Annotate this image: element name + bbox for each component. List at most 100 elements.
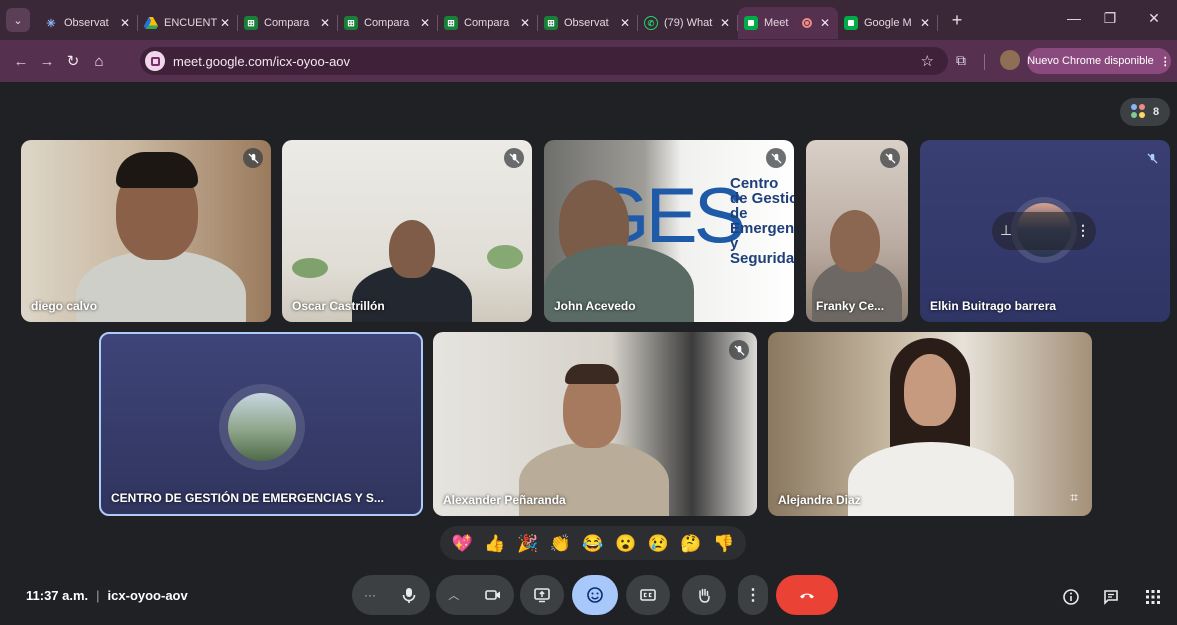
present-screen-button[interactable] [520,575,564,615]
meeting-info: 11:37 a.m. | icx-oyoo-aov [26,588,188,603]
reaction-thumbs-down-icon[interactable]: 👎 [713,535,734,552]
reaction-clap-icon[interactable]: 👏 [550,535,571,552]
video-tile-oscar-castrillon[interactable]: Oscar Castrillón [282,140,532,322]
address-bar[interactable]: meet.google.com/icx-oyoo-aov ☆ [140,47,948,75]
minimize-icon[interactable]: — [1064,10,1084,26]
participants-chip[interactable]: 8 [1120,98,1170,126]
browser-tab-7-active[interactable]: Meet ✕ [738,7,838,39]
profile-avatar[interactable] [1000,50,1020,70]
close-icon[interactable]: ✕ [818,16,832,30]
browser-tab-1[interactable]: ENCUENT ✕ [138,7,238,39]
sheets-icon: ⊞ [244,16,258,30]
browser-tab-2[interactable]: ⊞ Compara ✕ [238,7,338,39]
audio-options-button[interactable]: ··· [352,575,430,615]
divider: | [96,588,100,603]
close-icon[interactable]: ✕ [518,16,532,30]
activities-grid-icon[interactable] [1142,586,1164,608]
mic-off-icon [729,340,749,360]
update-button-label: Nuevo Chrome disponible [1027,55,1154,67]
plant-decoration [292,258,328,278]
video-tile-elkin-buitrago[interactable]: ⊥ ⋮ Elkin Buitrago barrera [920,140,1170,322]
participant-hair [116,152,198,188]
close-icon[interactable]: ✕ [618,16,632,30]
plant-decoration [487,245,523,269]
forward-arrow-icon[interactable]: → [34,53,60,70]
video-tile-alejandra-diaz[interactable]: ⌗ Alejandra Diaz [768,332,1092,516]
sheets-icon: ⊞ [344,16,358,30]
bookmark-star-icon[interactable]: ☆ [921,52,934,70]
reaction-heart-icon[interactable]: 💖 [452,535,473,552]
participant-name: Franky Ce... [816,299,885,313]
reload-icon[interactable]: ↻ [60,52,86,70]
kebab-menu-icon: ⋮ [745,587,761,604]
reactions-bar: 💖 👍 🎉 👏 😂 😮 😢 🤔 👎 [440,526,746,560]
window-close-icon[interactable]: ✕ [1144,10,1164,27]
participant-face [830,210,880,272]
tab-title: Compara [364,17,410,29]
participant-name: Elkin Buitrago barrera [930,299,1057,313]
meeting-details-info-icon[interactable] [1060,586,1082,608]
toolbar-divider [984,54,985,70]
captions-button[interactable] [626,575,670,615]
close-icon[interactable]: ✕ [118,16,132,30]
leave-call-button[interactable] [776,575,838,615]
tab-title: Observat [64,17,109,29]
browser-tab-3[interactable]: ⊞ Compara ✕ [338,7,438,39]
crop-icon[interactable]: ⌗ [1070,489,1078,506]
reaction-party-icon[interactable]: 🎉 [517,535,538,552]
meet-icon [744,16,758,30]
raise-hand-button[interactable] [682,575,726,615]
tab-title: Observat [564,17,609,29]
video-tile-diego-calvo[interactable]: diego calvo [21,140,271,322]
kebab-menu-icon: ⋮ [1159,55,1171,68]
tab-search-chevron-icon[interactable]: ⌄ [6,8,30,32]
present-screen-icon [534,588,550,603]
reaction-thinking-icon[interactable]: 🤔 [680,535,701,552]
browser-tab-0[interactable]: ✳ Observat ✕ [38,7,138,39]
browser-tab-6[interactable]: ✆ (79) What ✕ [638,7,738,39]
video-tile-john-acevedo[interactable]: GES Centro de Gestic de Emergenc y Segur… [544,140,794,322]
captions-icon [640,589,656,601]
reaction-thumbs-up-icon[interactable]: 👍 [484,535,505,552]
more-options-button[interactable]: ⋮ [738,575,768,615]
more-options-icon[interactable]: ⋮ [1076,222,1090,239]
browser-tab-8[interactable]: Google M ✕ [838,7,938,39]
video-tile-centro-gestion[interactable]: CENTRO DE GESTIÓN DE EMERGENCIAS Y S... [99,332,423,516]
back-arrow-icon[interactable]: ← [8,53,34,70]
new-tab-plus-icon[interactable]: + [946,10,968,31]
extensions-puzzle-icon[interactable]: ⧉ [956,52,966,69]
pin-icon[interactable]: ⊥ [1000,222,1012,239]
close-icon[interactable]: ✕ [218,16,232,30]
sheets-icon: ⊞ [444,16,458,30]
camera-icon [484,590,500,600]
tab-title: (79) What [664,17,713,29]
chrome-update-button[interactable]: Nuevo Chrome disponible ⋮ [1027,48,1171,74]
video-tile-franky[interactable]: Franky Ce... [806,140,908,322]
participant-name: Oscar Castrillón [292,299,385,313]
browser-tab-4[interactable]: ⊞ Compara ✕ [438,7,538,39]
browser-tab-5[interactable]: ⊞ Observat ✕ [538,7,638,39]
video-tile-alexander-penaranda[interactable]: Alexander Peñaranda [433,332,757,516]
recording-indicator-icon [802,18,812,28]
mic-off-icon [243,148,263,168]
restore-icon[interactable]: ❐ [1100,10,1120,27]
reaction-laugh-icon[interactable]: 😂 [582,535,603,552]
close-icon[interactable]: ✕ [318,16,332,30]
close-icon[interactable]: ✕ [918,16,932,30]
close-icon[interactable]: ✕ [718,16,732,30]
participant-silhouette [76,250,246,322]
chat-icon[interactable] [1100,586,1122,608]
mic-off-icon [504,148,524,168]
reaction-surprised-icon[interactable]: 😮 [615,535,636,552]
reaction-sad-icon[interactable]: 😢 [648,535,669,552]
participant-count: 8 [1152,106,1160,118]
home-icon[interactable]: ⌂ [86,53,112,70]
participant-name: diego calvo [31,299,98,313]
mic-off-icon [880,148,900,168]
close-icon[interactable]: ✕ [418,16,432,30]
chevron-up-icon: ︿ [448,590,460,602]
reactions-button[interactable] [572,575,618,615]
mic-off-icon [1142,148,1162,168]
site-info-icon[interactable] [145,51,165,71]
camera-options-button[interactable]: ︿ [436,575,514,615]
